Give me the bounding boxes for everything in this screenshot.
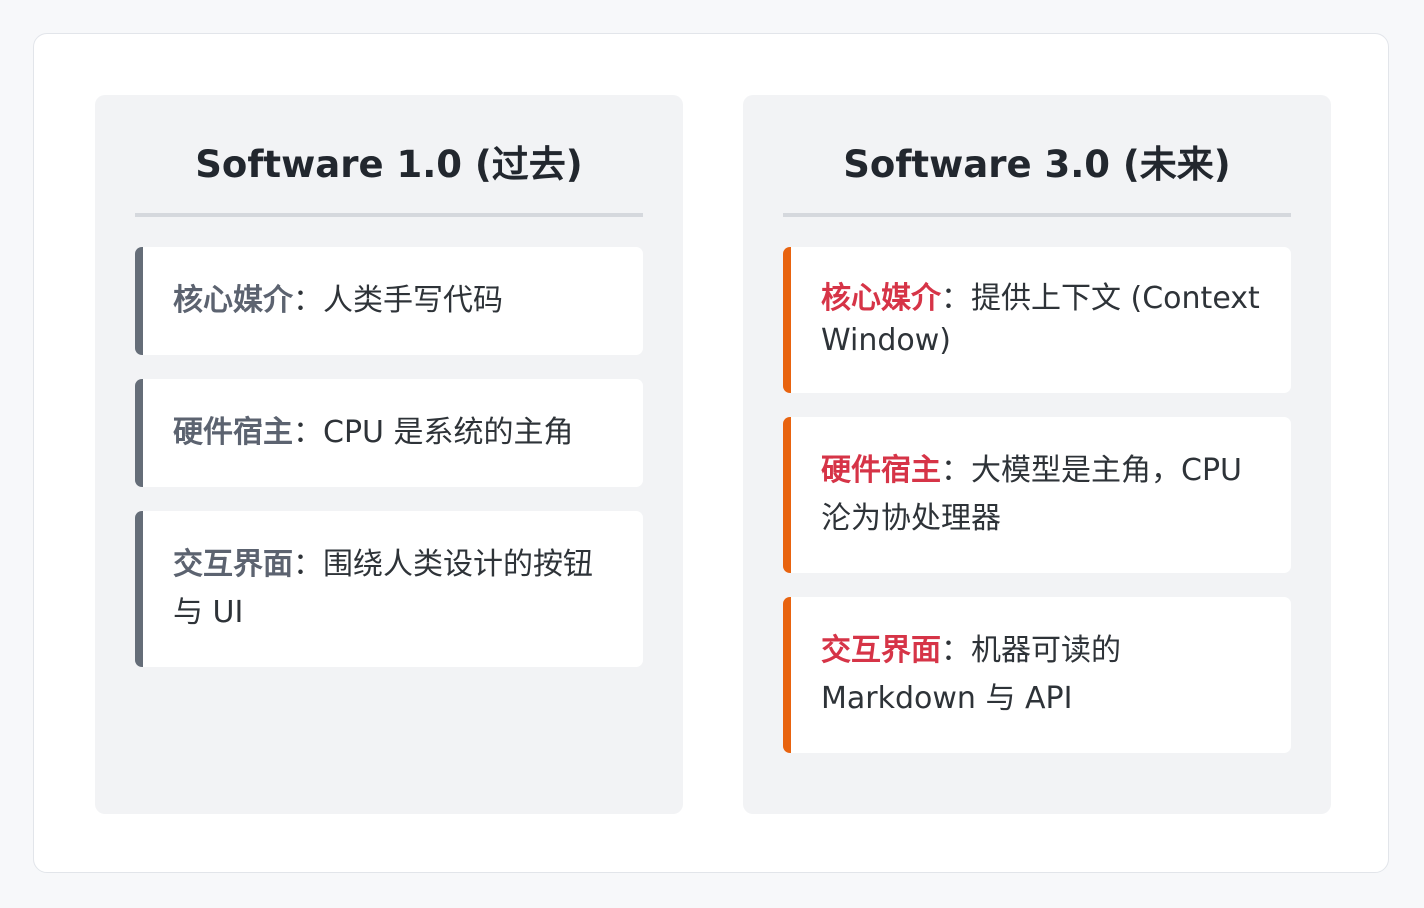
comparison-card: Software 1.0 (过去) 核心媒介：人类手写代码 硬件宿主：CPU 是…	[33, 33, 1389, 873]
item-label: 交互界面	[173, 547, 293, 582]
item-text: CPU 是系统的主角	[323, 415, 574, 450]
title-divider	[135, 213, 643, 217]
item-separator: ：	[941, 633, 971, 668]
software-1-column: Software 1.0 (过去) 核心媒介：人类手写代码 硬件宿主：CPU 是…	[95, 95, 683, 814]
software-3-item-medium: 核心媒介：提供上下文 (Context Window)	[783, 247, 1291, 393]
software-3-column: Software 3.0 (未来) 核心媒介：提供上下文 (Context Wi…	[743, 95, 1331, 814]
item-content: 交互界面：机器可读的 Markdown 与 API	[821, 627, 1261, 723]
item-separator: ：	[293, 415, 323, 450]
title-divider	[783, 213, 1291, 217]
item-label: 核心媒介	[173, 283, 293, 318]
item-separator: ：	[941, 281, 971, 316]
item-label: 硬件宿主	[821, 453, 941, 488]
item-separator: ：	[293, 283, 323, 318]
item-label: 硬件宿主	[173, 415, 293, 450]
software-3-item-hardware: 硬件宿主：大模型是主角，CPU 沦为协处理器	[783, 417, 1291, 573]
software-1-item-hardware: 硬件宿主：CPU 是系统的主角	[135, 379, 643, 487]
item-content: 交互界面：围绕人类设计的按钮与 UI	[173, 541, 613, 637]
software-1-item-medium: 核心媒介：人类手写代码	[135, 247, 643, 355]
item-content: 核心媒介：人类手写代码	[173, 277, 503, 325]
software-3-item-interface: 交互界面：机器可读的 Markdown 与 API	[783, 597, 1291, 753]
item-label: 核心媒介	[821, 281, 941, 316]
item-label: 交互界面	[821, 633, 941, 668]
item-content: 硬件宿主：大模型是主角，CPU 沦为协处理器	[821, 447, 1261, 543]
software-1-item-interface: 交互界面：围绕人类设计的按钮与 UI	[135, 511, 643, 667]
item-content: 硬件宿主：CPU 是系统的主角	[173, 409, 574, 457]
software-3-title: Software 3.0 (未来)	[843, 143, 1231, 186]
software-1-title: Software 1.0 (过去)	[195, 143, 583, 186]
item-content: 核心媒介：提供上下文 (Context Window)	[821, 278, 1261, 362]
item-separator: ：	[293, 547, 323, 582]
item-separator: ：	[941, 453, 971, 488]
item-text: 人类手写代码	[323, 283, 503, 318]
